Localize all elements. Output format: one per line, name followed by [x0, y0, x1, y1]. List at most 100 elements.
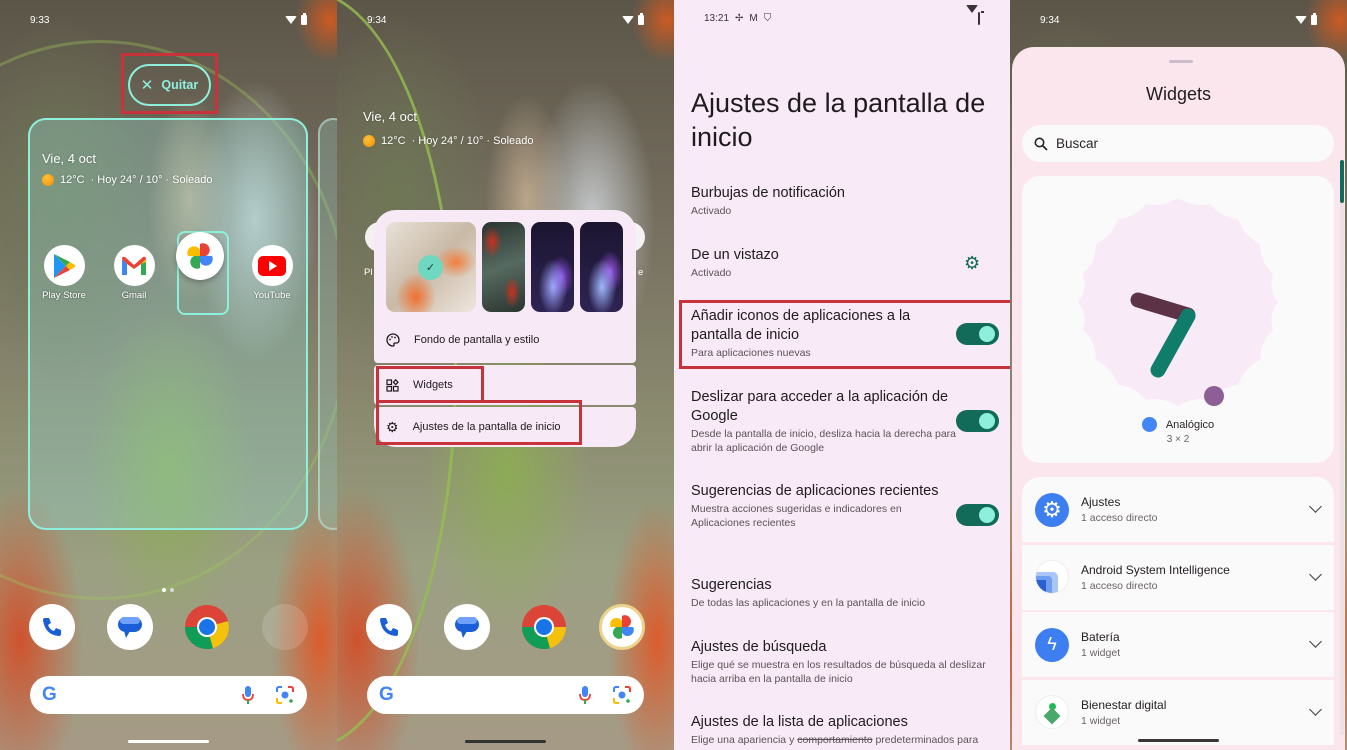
dock-google-photos[interactable] [599, 604, 645, 650]
page-dot [162, 588, 166, 592]
analog-clock-preview[interactable] [1070, 194, 1286, 410]
status-time: 9:34 [1040, 14, 1060, 26]
setting-recent-app-suggestions[interactable]: Sugerencias de aplicaciones recientes Mu… [691, 482, 956, 530]
remove-button[interactable]: ✕ Quitar [128, 64, 211, 106]
mic-icon[interactable] [578, 685, 592, 705]
shield-icon: ⛉ [763, 13, 772, 24]
widget-label-row: Analógico [1022, 417, 1334, 432]
menu-item-wallpaper-style[interactable]: Fondo de pantalla y estilo [374, 320, 636, 360]
google-photos-icon[interactable] [176, 232, 224, 280]
wallpaper-current[interactable]: ✓ [386, 222, 476, 312]
home-longpress-panel: 9:34 Vie, 4 oct 12°C · Hoy 24° / 10° · S… [337, 0, 674, 750]
status-bar: 9:33 [30, 13, 307, 27]
setting-at-a-glance[interactable]: De un vistazo Activado [691, 246, 956, 281]
wifi-icon [285, 16, 297, 24]
toggle-add-app-icons[interactable] [956, 323, 999, 345]
dock-phone[interactable] [366, 604, 412, 650]
glance-date[interactable]: Vie, 4 oct [363, 109, 417, 124]
widget-size: 3 × 2 [1166, 434, 1190, 445]
app-label: Gmail [121, 290, 147, 301]
toggle-swipe-google-app[interactable] [956, 410, 999, 432]
glance-date[interactable]: Vie, 4 oct [42, 151, 96, 166]
messages-icon [118, 617, 142, 638]
gesture-bar[interactable] [128, 740, 209, 743]
dock-messages[interactable] [107, 604, 153, 650]
scrollbar-track[interactable] [1340, 160, 1344, 735]
app-name: Batería [1081, 630, 1120, 644]
forecast: · Hoy 24° / 10° · Soleado [90, 174, 213, 186]
google-g-icon: G [42, 684, 57, 705]
app-label-partial: e [638, 267, 644, 278]
status-time: 9:33 [30, 14, 50, 26]
dock-chrome[interactable] [184, 604, 230, 650]
highlight-box [376, 400, 582, 445]
widget-app-list: ⚙ Ajustes 1 acceso directo Android System… [1022, 477, 1334, 747]
app-play-store[interactable]: Play Store [34, 245, 94, 301]
widget-app-item[interactable]: Android System Intelligence 1 acceso dire… [1022, 544, 1334, 610]
status-bar: 9:34 [367, 13, 644, 27]
phone-icon [380, 618, 398, 636]
messages-icon [455, 617, 479, 638]
setting-search[interactable]: Ajustes de búsqueda Elige qué se muestra… [691, 638, 1001, 686]
wallpaper-option[interactable] [482, 222, 525, 312]
dock-empty-slot[interactable] [262, 604, 308, 650]
drag-handle[interactable] [1169, 60, 1193, 63]
app-gmail[interactable]: Gmail [104, 245, 164, 301]
next-page-edit-frame[interactable] [318, 118, 337, 530]
lens-icon[interactable] [612, 685, 632, 705]
status-bar: 13:21 ✢ M ⛉ [704, 5, 980, 25]
menu-item-label: Fondo de pantalla y estilo [414, 334, 540, 346]
wallpaper-option[interactable] [580, 222, 623, 312]
dock-phone[interactable] [29, 604, 75, 650]
remove-label: Quitar [161, 78, 199, 92]
app-youtube[interactable]: YouTube [242, 245, 302, 301]
gear-icon[interactable]: ⚙ [964, 253, 980, 274]
chevron-down-icon[interactable] [1309, 567, 1322, 581]
status-time: 13:21 [704, 13, 730, 24]
gesture-bar[interactable] [465, 740, 546, 743]
wallpaper-option[interactable] [531, 222, 574, 312]
widget-app-item[interactable]: ⚙ Ajustes 1 acceso directo [1022, 477, 1334, 542]
widgets-picker-panel: 9:34 Widgets Buscar Analógico 3 × 2 ⚙ Aj… [1010, 0, 1347, 750]
chevron-down-icon[interactable] [1309, 702, 1322, 716]
widget-search-input[interactable]: Buscar [1022, 125, 1334, 162]
setting-subtitle: Elige qué se muestra en los resultados d… [691, 659, 986, 685]
setting-title: De un vistazo [691, 247, 779, 263]
youtube-icon [251, 245, 293, 286]
setting-app-list[interactable]: Ajustes de la lista de aplicaciones Elig… [691, 713, 1001, 748]
widget-app-item[interactable]: ϟ Batería 1 widget [1022, 612, 1334, 677]
widget-app-item[interactable]: Bienestar digital 1 widget [1022, 679, 1334, 745]
setting-add-app-icons[interactable]: Añadir iconos de aplicaciones a la panta… [691, 307, 956, 361]
dock-messages[interactable] [444, 604, 490, 650]
app-name: Bienestar digital [1081, 697, 1167, 712]
chevron-down-icon[interactable] [1309, 500, 1322, 513]
setting-subtitle: Activado [691, 205, 732, 217]
chevron-down-icon[interactable] [1309, 635, 1322, 648]
glance-weather[interactable]: 12°C · Hoy 24° / 10° · Soleado [363, 135, 534, 147]
toggle-recent-app-suggestions[interactable] [956, 504, 999, 526]
gesture-bar[interactable] [1138, 739, 1219, 742]
battery-icon [301, 13, 307, 25]
widget-preview-card[interactable]: Analógico 3 × 2 [1022, 176, 1334, 463]
setting-notification-dots[interactable]: Burbujas de notificación Activado [691, 184, 956, 219]
sheet-title: Widgets [1145, 84, 1212, 104]
google-search-bar[interactable]: G [367, 676, 644, 714]
google-search-bar[interactable]: G [30, 676, 307, 714]
lens-icon[interactable] [275, 685, 295, 705]
toggle-knob [979, 413, 995, 429]
chrome-icon [185, 605, 230, 650]
google-g-icon: G [379, 684, 394, 705]
search-icon [1034, 137, 1048, 151]
setting-suggestions[interactable]: Sugerencias De todas las aplicaciones y … [691, 576, 1001, 611]
setting-subtitle: Muestra acciones sugeridas e indicadores… [691, 503, 902, 529]
toggle-knob [979, 326, 995, 342]
setting-subtitle: De todas las aplicaciones y en la pantal… [691, 597, 926, 609]
setting-title: Deslizar para acceder a la aplicación de… [691, 389, 949, 424]
subtitle-strike: comportamiento [797, 734, 873, 746]
scrollbar-thumb[interactable] [1340, 160, 1344, 203]
mic-icon[interactable] [241, 685, 255, 705]
glance-weather[interactable]: 12°C · Hoy 24° / 10° · Soleado [42, 174, 213, 186]
dock-chrome[interactable] [521, 604, 567, 650]
setting-title: Ajustes de la lista de aplicaciones [691, 714, 908, 730]
setting-swipe-google-app[interactable]: Deslizar para acceder a la aplicación de… [691, 388, 956, 455]
